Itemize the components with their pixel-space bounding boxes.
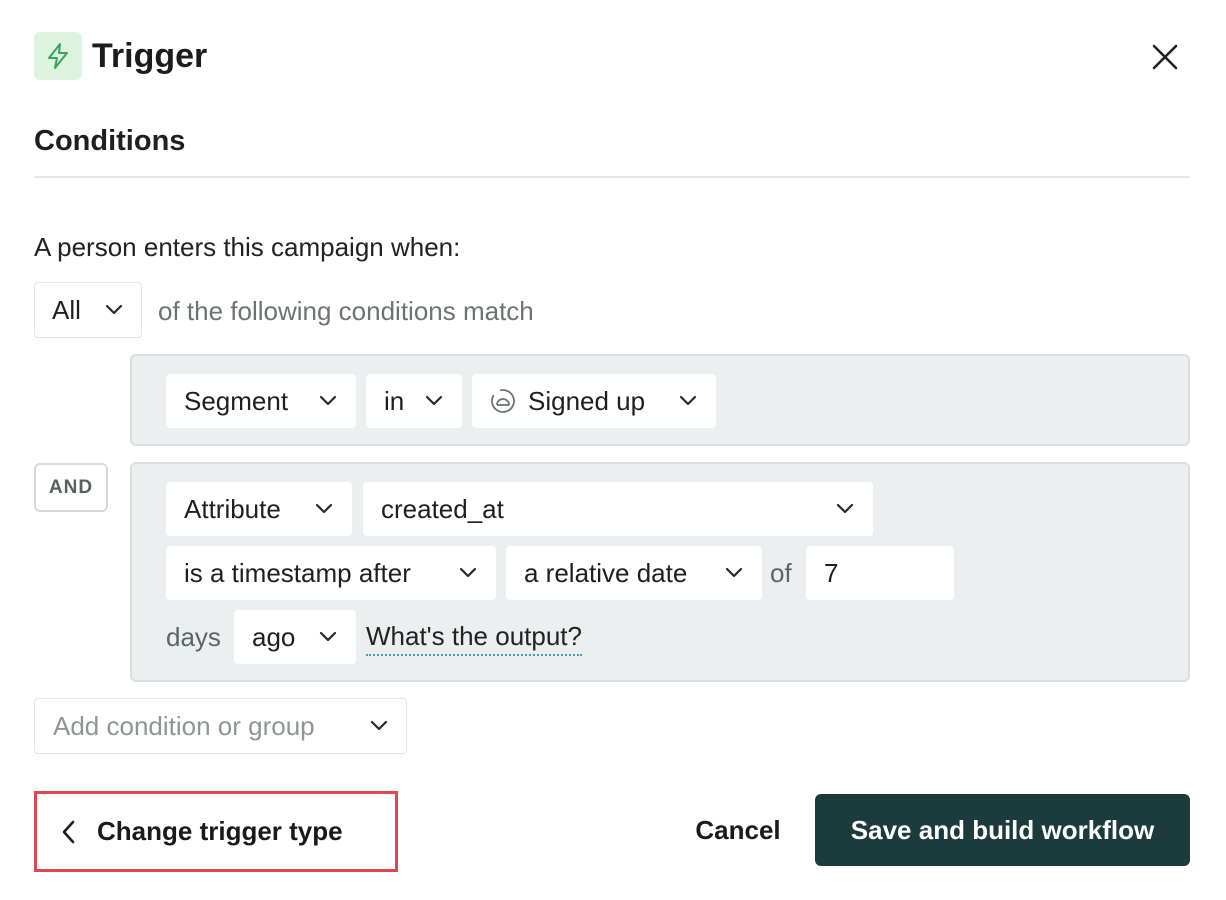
days-label: days bbox=[166, 622, 221, 652]
chevron-down-icon bbox=[315, 503, 333, 515]
attribute-name-select[interactable]: created_at bbox=[363, 482, 873, 536]
field-select[interactable]: Segment bbox=[166, 374, 356, 428]
attribute-field-select[interactable]: Attribute bbox=[166, 482, 352, 536]
number-input[interactable]: 7 bbox=[806, 546, 954, 600]
field-select-value: Segment bbox=[184, 385, 289, 416]
change-trigger-type-label: Change trigger type bbox=[97, 816, 343, 846]
comparison-value: is a timestamp after bbox=[184, 557, 411, 588]
direction-value: ago bbox=[252, 621, 296, 652]
attribute-field-value: Attribute bbox=[184, 493, 281, 524]
number-input-value: 7 bbox=[824, 557, 839, 588]
operator-select[interactable]: in bbox=[366, 374, 462, 428]
chevron-down-icon bbox=[319, 395, 337, 407]
chevron-down-icon bbox=[425, 395, 443, 407]
intro-text: A person enters this campaign when: bbox=[34, 232, 461, 262]
chevron-down-icon bbox=[319, 631, 337, 643]
of-label: of bbox=[770, 558, 792, 588]
close-button[interactable] bbox=[1144, 36, 1186, 78]
chevron-down-icon bbox=[679, 395, 697, 407]
cancel-button[interactable]: Cancel bbox=[676, 800, 800, 860]
close-icon bbox=[1152, 44, 1178, 70]
divider bbox=[34, 176, 1190, 178]
operator-select-value: in bbox=[384, 385, 405, 416]
section-title: Conditions bbox=[34, 125, 186, 157]
change-trigger-type-button[interactable]: Change trigger type bbox=[34, 791, 398, 872]
segment-value-select[interactable]: Signed up bbox=[472, 374, 716, 428]
lightning-bolt-icon bbox=[48, 43, 68, 69]
whats-the-output-link[interactable]: What's the output? bbox=[366, 619, 582, 656]
chevron-down-icon bbox=[836, 503, 854, 515]
match-description: of the following conditions match bbox=[158, 296, 534, 326]
direction-select[interactable]: ago bbox=[234, 610, 356, 664]
trigger-icon-badge bbox=[34, 32, 82, 80]
chevron-down-icon bbox=[370, 720, 388, 732]
date-type-select[interactable]: a relative date bbox=[506, 546, 762, 600]
attribute-name-value: created_at bbox=[381, 493, 504, 524]
chevron-down-icon bbox=[459, 567, 477, 579]
date-type-value: a relative date bbox=[524, 557, 688, 588]
and-operator-badge[interactable]: AND bbox=[34, 463, 108, 512]
chevron-left-icon bbox=[61, 820, 75, 844]
add-condition-select[interactable]: Add condition or group bbox=[34, 698, 407, 754]
segment-value: Signed up bbox=[528, 385, 646, 416]
add-condition-placeholder: Add condition or group bbox=[53, 710, 315, 741]
save-and-build-workflow-button[interactable]: Save and build workflow bbox=[815, 794, 1190, 866]
chevron-down-icon bbox=[105, 304, 123, 316]
comparison-select[interactable]: is a timestamp after bbox=[166, 546, 496, 600]
condition-group-segment: Segment in Signed up bbox=[130, 354, 1190, 446]
condition-group-attribute: Attribute created_at is a timestamp afte… bbox=[130, 462, 1190, 682]
segment-icon bbox=[490, 388, 516, 414]
match-mode-select[interactable]: All bbox=[34, 282, 142, 338]
chevron-down-icon bbox=[725, 567, 743, 579]
panel-title: Trigger bbox=[92, 37, 208, 75]
match-mode-value: All bbox=[52, 294, 81, 325]
